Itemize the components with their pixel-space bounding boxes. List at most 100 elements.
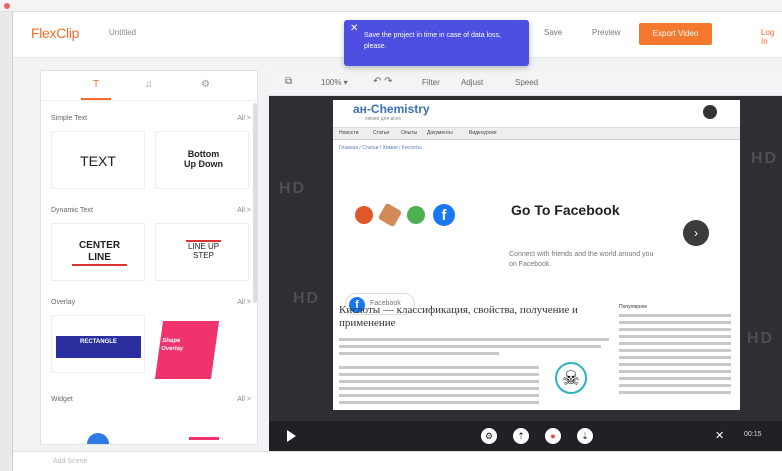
video-frame-webpage[interactable]: ан-Chemistry химия для всех Новости Стат… bbox=[333, 100, 740, 410]
overlay-preview: Shape Overlay bbox=[154, 321, 220, 379]
text-line bbox=[619, 363, 731, 366]
tab-music-icon[interactable]: ♫ bbox=[145, 79, 153, 90]
text-line bbox=[619, 321, 731, 324]
section-widget: Widget All > bbox=[51, 396, 251, 408]
section-title: Dynamic Text bbox=[51, 207, 93, 214]
text-line bbox=[339, 394, 539, 397]
ad-title: Go To Facebook bbox=[511, 202, 620, 218]
text-line bbox=[619, 391, 731, 394]
basketball-icon bbox=[355, 206, 373, 224]
active-tab-indicator bbox=[81, 98, 111, 100]
browser-favicon-icon bbox=[4, 3, 10, 9]
widget-preview-icon[interactable] bbox=[87, 433, 109, 444]
text-panel-sidebar: T ♫ ⚙ Simple Text All > TEXT Bottom Up D… bbox=[40, 70, 258, 445]
text-line bbox=[619, 342, 731, 345]
section-overlay: Overlay All > bbox=[51, 299, 251, 311]
login-button[interactable]: Log In bbox=[761, 28, 782, 46]
text-line bbox=[339, 380, 539, 383]
site-nav-item: Видеоуроки bbox=[469, 130, 497, 136]
scene-timeline: Add Scene bbox=[13, 451, 782, 471]
article-title: Кислоты — классификация, свойства, получ… bbox=[339, 304, 578, 329]
background-watermark: HD bbox=[751, 150, 779, 167]
site-breadcrumbs: Главная / Статьи / Химия / Кислоты bbox=[339, 145, 422, 151]
browser-tab-strip bbox=[0, 0, 782, 12]
crop-icon[interactable]: ⧉ bbox=[285, 76, 292, 87]
close-icon[interactable]: ✕ bbox=[715, 429, 724, 442]
cricket-icon bbox=[377, 202, 403, 228]
text-template-card[interactable]: TEXT bbox=[51, 131, 145, 189]
close-icon[interactable]: ✕ bbox=[350, 23, 358, 34]
undo-redo-icon[interactable]: ↶ ↷ bbox=[373, 76, 393, 87]
site-nav-item: Статьи bbox=[373, 130, 390, 136]
canvas-toolbar: ⧉ 100% ▾ ↶ ↷ Filter Adjust Speed bbox=[269, 70, 782, 96]
playback-bar: ⚙ ⇡ ● ⇣ ✕ 00:15 bbox=[269, 421, 782, 451]
site-logo: ан-Chemistry bbox=[353, 102, 430, 116]
site-nav: Новости Статьи Опыты Документы Видеоурок… bbox=[333, 128, 740, 140]
text-line bbox=[339, 373, 539, 376]
text-line bbox=[339, 387, 539, 390]
playback-time: 00:15 bbox=[744, 431, 762, 438]
text-template-card[interactable]: Bottom Up Down bbox=[155, 131, 249, 189]
section-title: Simple Text bbox=[51, 115, 88, 122]
soccer-ball-icon bbox=[407, 206, 425, 224]
facebook-icon: f bbox=[433, 204, 455, 226]
add-scene-button[interactable]: Add Scene bbox=[53, 458, 87, 465]
site-subtitle: химия для всех bbox=[365, 116, 401, 122]
facebook-ad: f Go To Facebook › Connect with friends … bbox=[339, 158, 734, 315]
app-logo[interactable]: FlexClip bbox=[31, 25, 79, 41]
text-line bbox=[339, 401, 539, 404]
card-label: Shape Overlay bbox=[160, 338, 184, 352]
preview-button[interactable]: Preview bbox=[592, 28, 620, 37]
widget-preview-bar[interactable] bbox=[189, 437, 219, 440]
project-name[interactable]: Untitled bbox=[109, 28, 136, 37]
section-title: Overlay bbox=[51, 299, 76, 306]
download-icon[interactable]: ⇣ bbox=[577, 428, 593, 444]
settings-icon[interactable]: ⚙ bbox=[481, 428, 497, 444]
text-line bbox=[339, 352, 499, 355]
zoom-select[interactable]: 100% ▾ bbox=[321, 78, 348, 87]
text-line bbox=[619, 349, 731, 352]
chevron-right-icon[interactable]: › bbox=[683, 220, 709, 246]
skull-crossbones-icon: ☠ bbox=[555, 362, 587, 394]
tab-settings-icon[interactable]: ⚙ bbox=[201, 79, 210, 90]
text-line bbox=[339, 345, 601, 348]
tab-text-icon[interactable]: T bbox=[93, 79, 99, 90]
section-title: Widget bbox=[51, 396, 73, 403]
filter-button[interactable]: Filter bbox=[422, 78, 440, 87]
speed-button[interactable]: Speed bbox=[515, 78, 538, 87]
site-nav-item: Новости bbox=[339, 130, 359, 136]
card-label: TEXT bbox=[80, 153, 116, 169]
adjust-button[interactable]: Adjust bbox=[461, 78, 483, 87]
toast-message: Save the project in time in case of data… bbox=[364, 32, 501, 50]
card-label: LINE UP STEP bbox=[186, 240, 221, 260]
save-reminder-toast: ✕ Save the project in time in case of da… bbox=[344, 20, 529, 66]
background-watermark: HD bbox=[747, 330, 775, 347]
export-video-button[interactable]: Export Video bbox=[639, 23, 712, 45]
text-line bbox=[619, 377, 731, 380]
overlay-template-card[interactable]: RECTANGLE bbox=[51, 315, 145, 373]
flexclip-editor: FlexClip Untitled Save Preview Export Vi… bbox=[12, 12, 782, 471]
card-label: RECTANGLE bbox=[80, 339, 117, 345]
see-all-link[interactable]: All > bbox=[237, 396, 251, 403]
site-header: ан-Chemistry химия для всех bbox=[333, 100, 740, 128]
record-icon[interactable]: ● bbox=[545, 428, 561, 444]
text-line bbox=[619, 328, 731, 331]
text-template-card[interactable]: LINE UP STEP bbox=[155, 223, 249, 281]
text-line bbox=[619, 335, 731, 338]
text-line bbox=[619, 356, 731, 359]
card-label: Bottom Up Down bbox=[184, 149, 223, 169]
see-all-link[interactable]: All > bbox=[237, 115, 251, 122]
text-line bbox=[619, 384, 731, 387]
site-nav-item: Опыты bbox=[401, 130, 418, 136]
text-template-card[interactable]: CENTER LINE bbox=[51, 223, 145, 281]
text-line bbox=[619, 314, 731, 317]
see-all-link[interactable]: All > bbox=[237, 299, 251, 306]
upload-icon[interactable]: ⇡ bbox=[513, 428, 529, 444]
sidebar-column-title: Популярное bbox=[619, 304, 648, 310]
see-all-link[interactable]: All > bbox=[237, 207, 251, 214]
play-icon[interactable] bbox=[287, 430, 296, 442]
sidebar-scrollbar[interactable] bbox=[253, 103, 257, 303]
text-line bbox=[619, 370, 731, 373]
save-button[interactable]: Save bbox=[544, 28, 562, 37]
overlay-template-card[interactable]: Shape Overlay bbox=[154, 315, 249, 379]
